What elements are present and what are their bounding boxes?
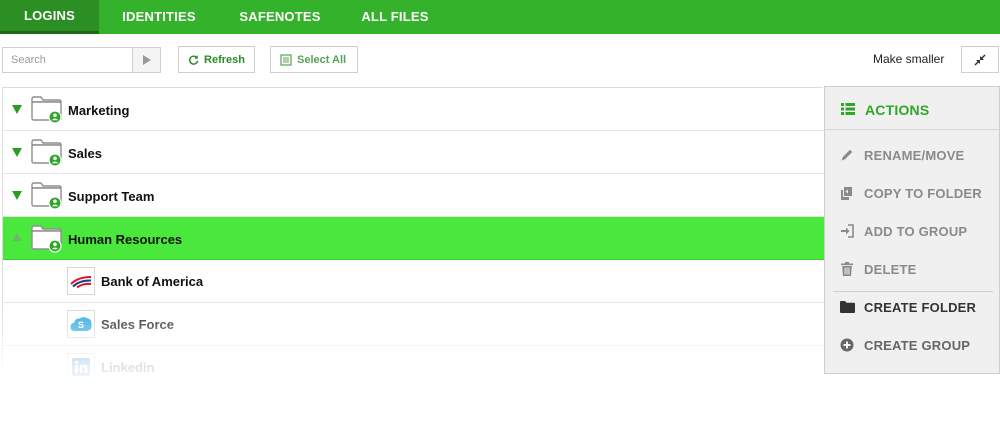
sign-in-icon (839, 223, 855, 239)
select-all-button[interactable]: Select All (270, 46, 358, 73)
login-row-linkedin[interactable]: Linkedin (3, 346, 824, 389)
login-label: Sales Force (101, 317, 174, 332)
pencil-icon (839, 147, 855, 163)
login-row-bank-of-america[interactable]: Bank of America (3, 260, 824, 303)
actions-header: ACTIONS (825, 87, 999, 130)
search-input[interactable] (3, 48, 132, 72)
action-label: CREATE FOLDER (864, 300, 977, 315)
salesforce-icon: S (67, 310, 95, 338)
make-smaller-button[interactable] (961, 46, 999, 73)
shared-folder-icon (31, 139, 62, 167)
folder-row-human-resources[interactable]: Human Resources (3, 217, 824, 260)
refresh-button[interactable]: Refresh (178, 46, 255, 73)
create-folder-action[interactable]: CREATE FOLDER (825, 288, 999, 326)
expand-arrow-icon[interactable] (12, 191, 22, 200)
copy-to-folder-action[interactable]: COPY TO FOLDER (825, 174, 999, 212)
expand-arrow-icon[interactable] (12, 148, 22, 157)
folder-icon (839, 299, 855, 315)
search-box (2, 47, 161, 73)
folder-label: Sales (68, 146, 102, 161)
refresh-label: Refresh (204, 53, 245, 66)
top-nav: LOGINS IDENTITIES SAFENOTES ALL FILES (0, 0, 1000, 34)
linkedin-icon (67, 353, 95, 381)
action-label: ADD TO GROUP (864, 224, 968, 239)
login-label: Linkedin (101, 360, 155, 375)
rename-move-action[interactable]: RENAME/MOVE (825, 136, 999, 174)
action-label: COPY TO FOLDER (864, 186, 982, 201)
folder-row-sales[interactable]: Sales (3, 131, 824, 174)
shared-folder-icon (31, 96, 62, 124)
expand-arrow-icon[interactable] (12, 105, 22, 114)
select-all-label: Select All (297, 53, 347, 66)
login-row-sales-force[interactable]: S Sales Force (3, 303, 824, 346)
folder-row-marketing[interactable]: Marketing (3, 88, 824, 131)
plus-circle-icon (839, 337, 855, 353)
tab-logins[interactable]: LOGINS (0, 0, 99, 34)
add-to-group-action[interactable]: ADD TO GROUP (825, 212, 999, 250)
folder-label: Human Resources (68, 232, 183, 247)
action-label: CREATE GROUP (864, 338, 971, 353)
trash-icon (839, 261, 855, 277)
login-label: Bank of America (101, 274, 204, 289)
compress-icon (974, 53, 986, 66)
tab-identities[interactable]: IDENTITIES (106, 0, 212, 34)
actions-panel: ACTIONS RENAME/MOVE COPY TO FOLDER ADD T… (824, 86, 1000, 374)
folder-label: Support Team (68, 189, 155, 204)
folder-row-support-team[interactable]: Support Team (3, 174, 824, 217)
copy-icon (839, 185, 855, 201)
shared-folder-icon (31, 225, 62, 253)
tab-safenotes[interactable]: SAFENOTES (227, 0, 333, 34)
actions-title: ACTIONS (865, 102, 930, 118)
create-group-action[interactable]: CREATE GROUP (825, 326, 999, 364)
make-smaller-label: Make smaller (873, 52, 945, 66)
delete-action[interactable]: DELETE (825, 250, 999, 288)
action-label: DELETE (864, 262, 917, 277)
logins-list: Marketing Sales Support Team Human Resou… (2, 87, 824, 389)
collapse-arrow-icon[interactable] (12, 233, 22, 241)
play-icon (142, 55, 151, 65)
folder-label: Marketing (68, 103, 130, 118)
action-label: RENAME/MOVE (864, 148, 965, 163)
list-icon (280, 53, 292, 66)
search-go-button[interactable] (132, 48, 160, 72)
refresh-icon (189, 54, 199, 65)
tab-all-files[interactable]: ALL FILES (350, 0, 440, 34)
svg-text:S: S (78, 320, 84, 330)
bank-of-america-icon (67, 267, 95, 295)
list-icon (841, 103, 855, 115)
shared-folder-icon (31, 182, 62, 210)
